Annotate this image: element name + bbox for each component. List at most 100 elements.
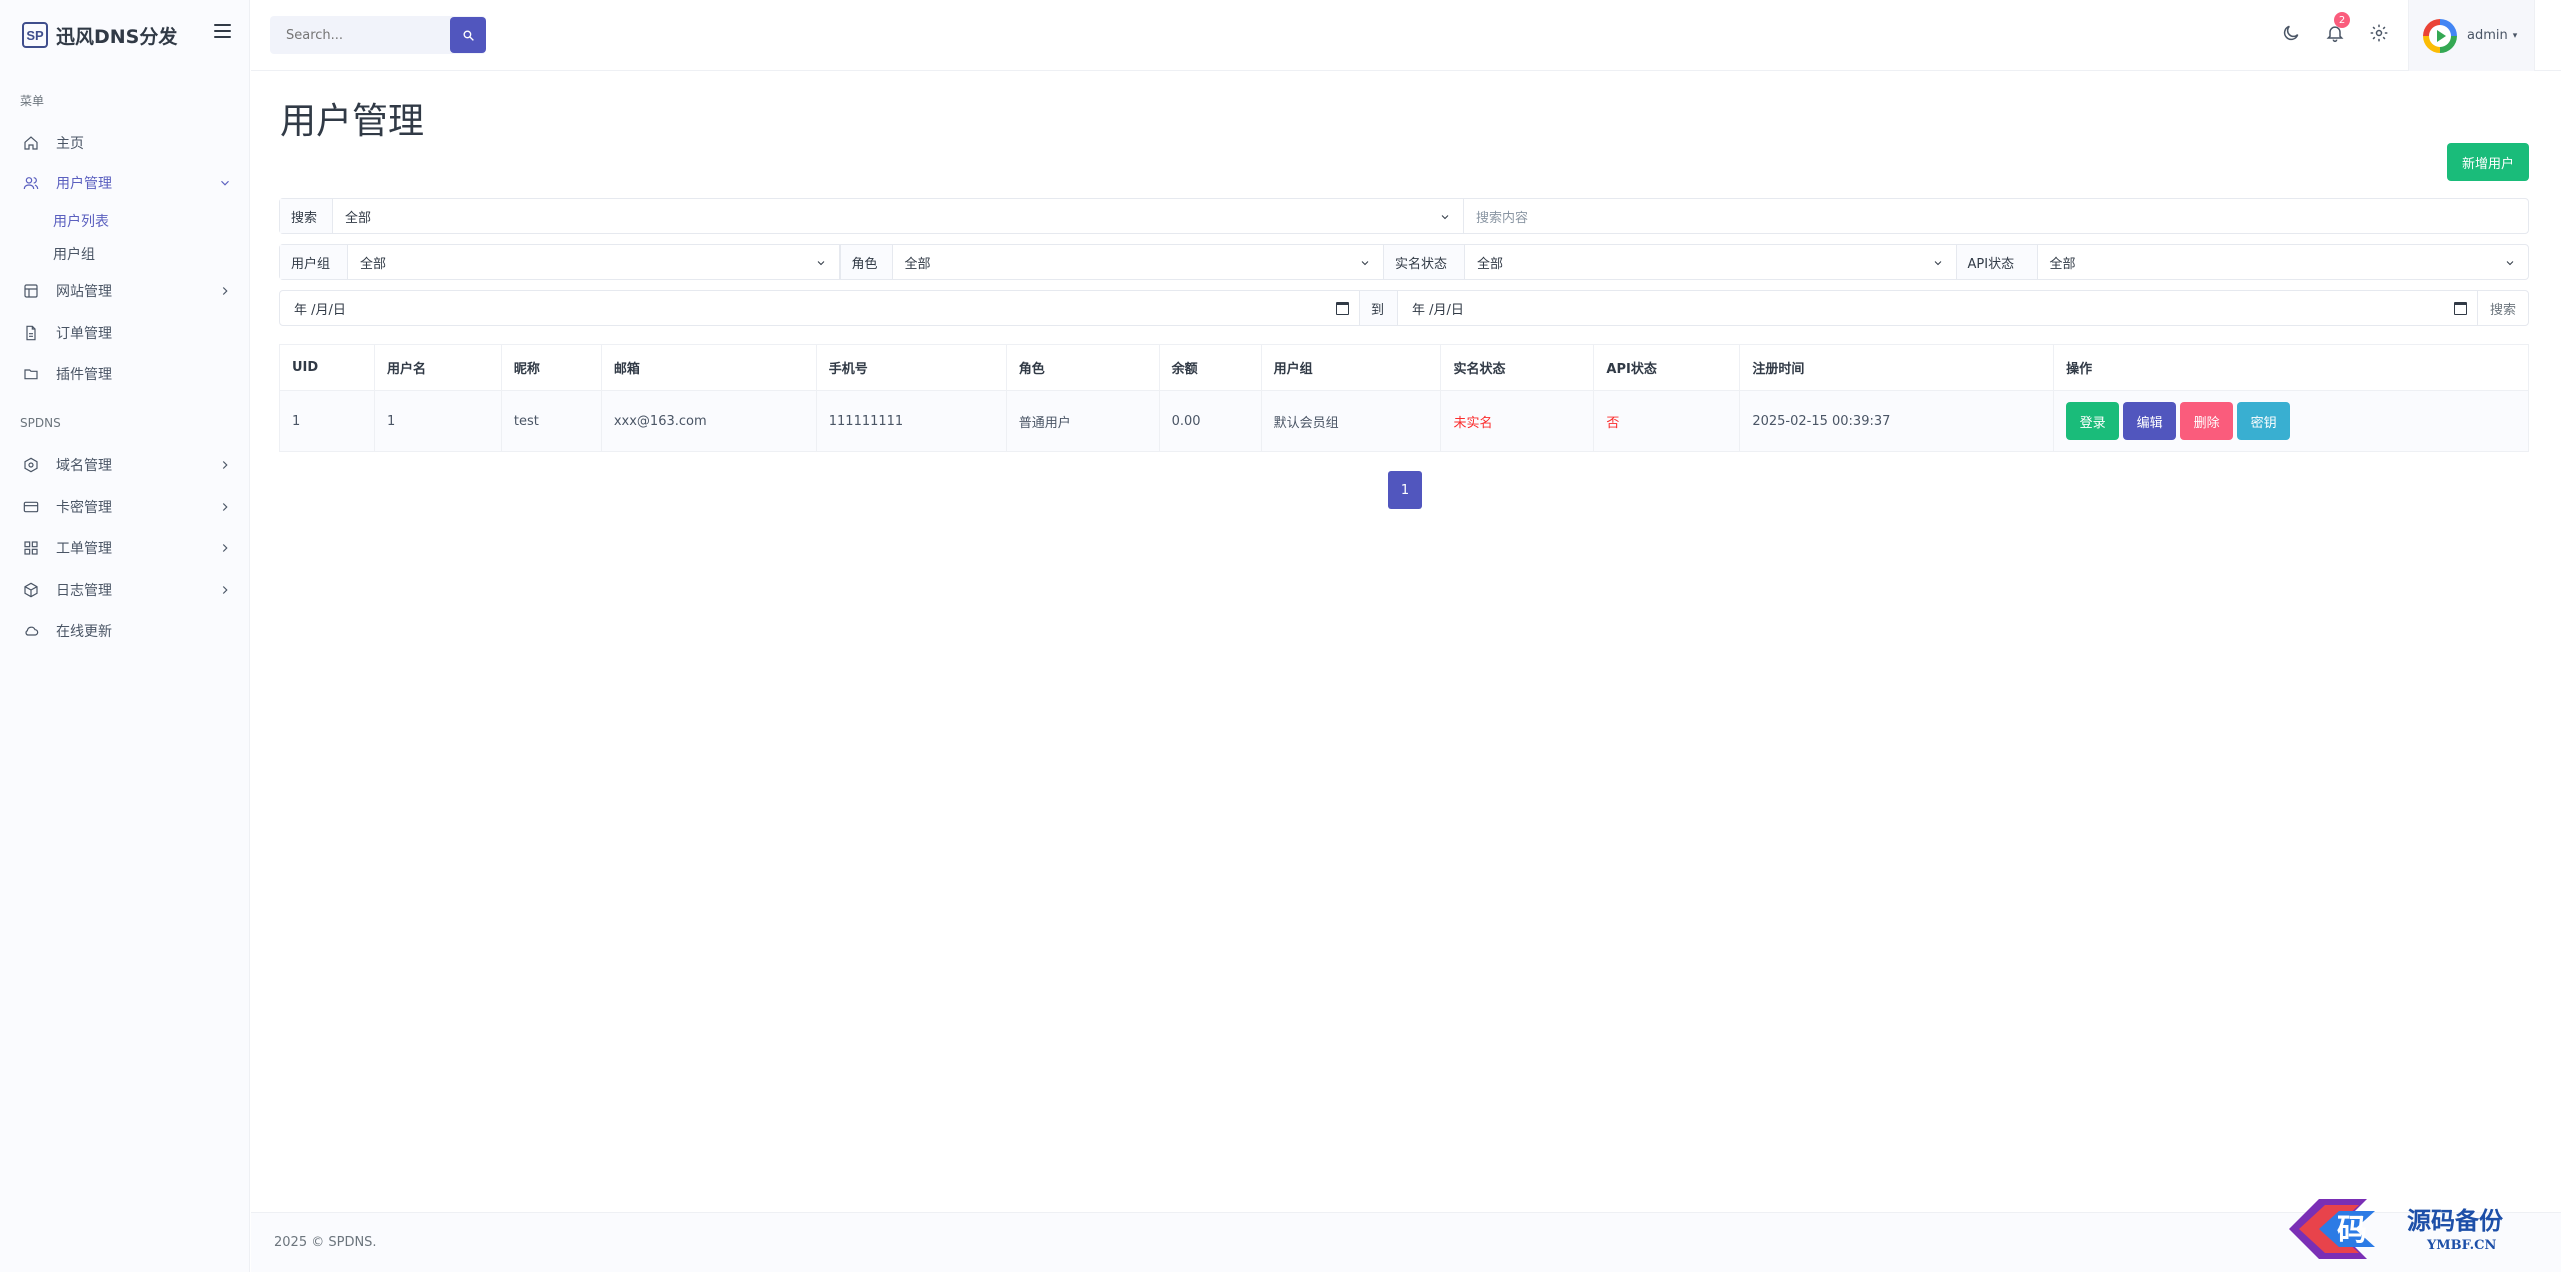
column-header[interactable]: 注册时间 xyxy=(1739,344,2055,391)
sidebar-item-home[interactable]: 主页 xyxy=(22,130,232,156)
column-header[interactable]: 角色 xyxy=(1005,344,1160,391)
cell-realname-status: 未实名 xyxy=(1440,390,1595,452)
column-header[interactable]: 用户组 xyxy=(1260,344,1442,391)
role-value: 全部 xyxy=(904,256,931,272)
box-icon xyxy=(22,581,40,599)
watermark-text: 源码备份 xyxy=(2407,1206,2504,1235)
search-filter-row: 搜索 全部 搜索内容 xyxy=(279,198,2529,234)
calendar-icon xyxy=(1336,302,1349,315)
group-select[interactable]: 全部 xyxy=(348,245,840,279)
sidebar-item-label: 插件管理 xyxy=(56,367,112,383)
cell-uid: 1 xyxy=(279,390,375,452)
sidebar-item-label: 订单管理 xyxy=(56,326,112,342)
cell-nickname: test xyxy=(500,390,602,452)
realname-select[interactable]: 全部 xyxy=(1465,245,1957,279)
watermark-sub: YMBF.CN xyxy=(2426,1238,2496,1253)
sidebar-item-tickets[interactable]: 工单管理 xyxy=(22,535,232,561)
table-row: 1 1 test xxx@163.com 111111111 普通用户 0.00… xyxy=(279,390,2529,452)
sidebar-item-cards[interactable]: 卡密管理 xyxy=(22,494,232,520)
sidebar-item-sites[interactable]: 网站管理 xyxy=(22,278,232,304)
sidebar-item-label: 卡密管理 xyxy=(56,500,112,516)
cell-phone: 111111111 xyxy=(815,390,1007,452)
watermark-mark: 码 xyxy=(2337,1213,2367,1248)
cloud-icon xyxy=(22,622,40,640)
date-to-label: 到 xyxy=(1360,291,1398,325)
column-header[interactable]: API状态 xyxy=(1593,344,1741,391)
page-title: 用户管理 xyxy=(280,101,425,142)
cell-registered: 2025-02-15 00:39:37 xyxy=(1739,390,2055,452)
sidebar-item-label: 用户管理 xyxy=(56,176,112,192)
notification-badge: 2 xyxy=(2334,12,2350,28)
file-icon xyxy=(22,324,40,342)
delete-button[interactable]: 删除 xyxy=(2180,402,2234,440)
chevron-down-icon: ▾ xyxy=(2512,30,2518,41)
sidebar-subitem-user-group[interactable]: 用户组 xyxy=(53,244,95,264)
date-from-input[interactable]: 年 /月/日 xyxy=(280,291,1360,325)
pagination-page-1[interactable]: 1 xyxy=(1388,471,1422,509)
chevron-down-icon xyxy=(218,176,232,190)
search-content-placeholder: 搜索内容 xyxy=(1476,210,1529,226)
search-content-input[interactable]: 搜索内容 xyxy=(1464,199,2528,233)
chevron-right-icon xyxy=(218,458,232,472)
sidebar-item-label: 主页 xyxy=(56,136,84,152)
moon-icon xyxy=(2281,23,2301,43)
row-actions: 登录 编辑 删除 密钥 xyxy=(2066,402,2528,440)
sidebar-section-menu: 菜单 xyxy=(20,94,45,108)
calendar-icon xyxy=(2454,302,2467,315)
column-header[interactable]: 用户名 xyxy=(373,344,502,391)
cell-actions: 登录 编辑 删除 密钥 xyxy=(2053,390,2529,452)
key-button[interactable]: 密钥 xyxy=(2237,402,2291,440)
column-header[interactable]: 实名状态 xyxy=(1440,344,1595,391)
api-select[interactable]: 全部 xyxy=(2038,245,2529,279)
brand-name: 迅风DNS分发 xyxy=(56,25,178,48)
sidebar: SP 迅风DNS分发 菜单 主页 用户管理 用户列表 用户组 网站管理 订单管理… xyxy=(0,0,250,1272)
chevron-right-icon xyxy=(218,541,232,555)
column-header[interactable]: 余额 xyxy=(1158,344,1262,391)
add-user-button[interactable]: 新增用户 xyxy=(2447,143,2529,181)
user-menu[interactable]: admin ▾ xyxy=(2408,0,2535,71)
sidebar-item-domains[interactable]: 域名管理 xyxy=(22,452,232,478)
cell-email: xxx@163.com xyxy=(600,390,817,452)
date-to-input[interactable]: 年 /月/日 xyxy=(1398,291,2477,325)
users-table: UID 用户名 昵称 邮箱 手机号 角色 余额 用户组 实名状态 API状态 注… xyxy=(279,344,2529,452)
sidebar-item-logs[interactable]: 日志管理 xyxy=(22,577,232,603)
column-header[interactable]: 邮箱 xyxy=(600,344,817,391)
role-select[interactable]: 全部 xyxy=(893,245,1384,279)
column-header[interactable]: UID xyxy=(279,344,375,391)
filter-search-button[interactable]: 搜索 xyxy=(2477,291,2529,325)
column-header: 操作 xyxy=(2053,344,2529,391)
topbar xyxy=(251,0,2561,71)
api-label: API状态 xyxy=(1956,245,2038,279)
search-icon xyxy=(462,29,475,42)
chevron-down-icon xyxy=(1439,211,1451,223)
login-button[interactable]: 登录 xyxy=(2066,402,2120,440)
chevron-down-icon xyxy=(2504,257,2516,269)
search-input[interactable] xyxy=(270,16,450,54)
brand[interactable]: SP 迅风DNS分发 xyxy=(22,22,177,48)
search-button[interactable] xyxy=(450,17,486,53)
settings-button[interactable] xyxy=(2368,22,2390,44)
hexagon-icon xyxy=(22,456,40,474)
sidebar-item-orders[interactable]: 订单管理 xyxy=(22,320,232,346)
search-field-select[interactable]: 全部 xyxy=(333,199,1464,233)
cell-role: 普通用户 xyxy=(1005,390,1160,452)
sidebar-item-label: 工单管理 xyxy=(56,541,112,557)
column-header[interactable]: 手机号 xyxy=(815,344,1007,391)
role-label: 角色 xyxy=(839,245,893,279)
sidebar-item-plugins[interactable]: 插件管理 xyxy=(22,361,232,387)
dark-mode-toggle[interactable] xyxy=(2280,22,2302,44)
column-header[interactable]: 昵称 xyxy=(500,344,602,391)
sidebar-section-spdns: SPDNS xyxy=(20,416,61,430)
menu-toggle-icon[interactable] xyxy=(214,24,231,38)
grid-icon xyxy=(22,539,40,557)
sidebar-item-update[interactable]: 在线更新 xyxy=(22,618,232,644)
search-label: 搜索 xyxy=(280,199,333,233)
sidebar-item-label: 在线更新 xyxy=(56,624,112,640)
search-field-value: 全部 xyxy=(345,210,372,226)
edit-button[interactable]: 编辑 xyxy=(2123,402,2177,440)
cell-api-status: 否 xyxy=(1593,390,1741,452)
sidebar-item-users[interactable]: 用户管理 xyxy=(22,170,232,196)
realname-label: 实名状态 xyxy=(1384,245,1465,279)
users-icon xyxy=(22,174,40,192)
sidebar-subitem-user-list[interactable]: 用户列表 xyxy=(53,211,109,231)
